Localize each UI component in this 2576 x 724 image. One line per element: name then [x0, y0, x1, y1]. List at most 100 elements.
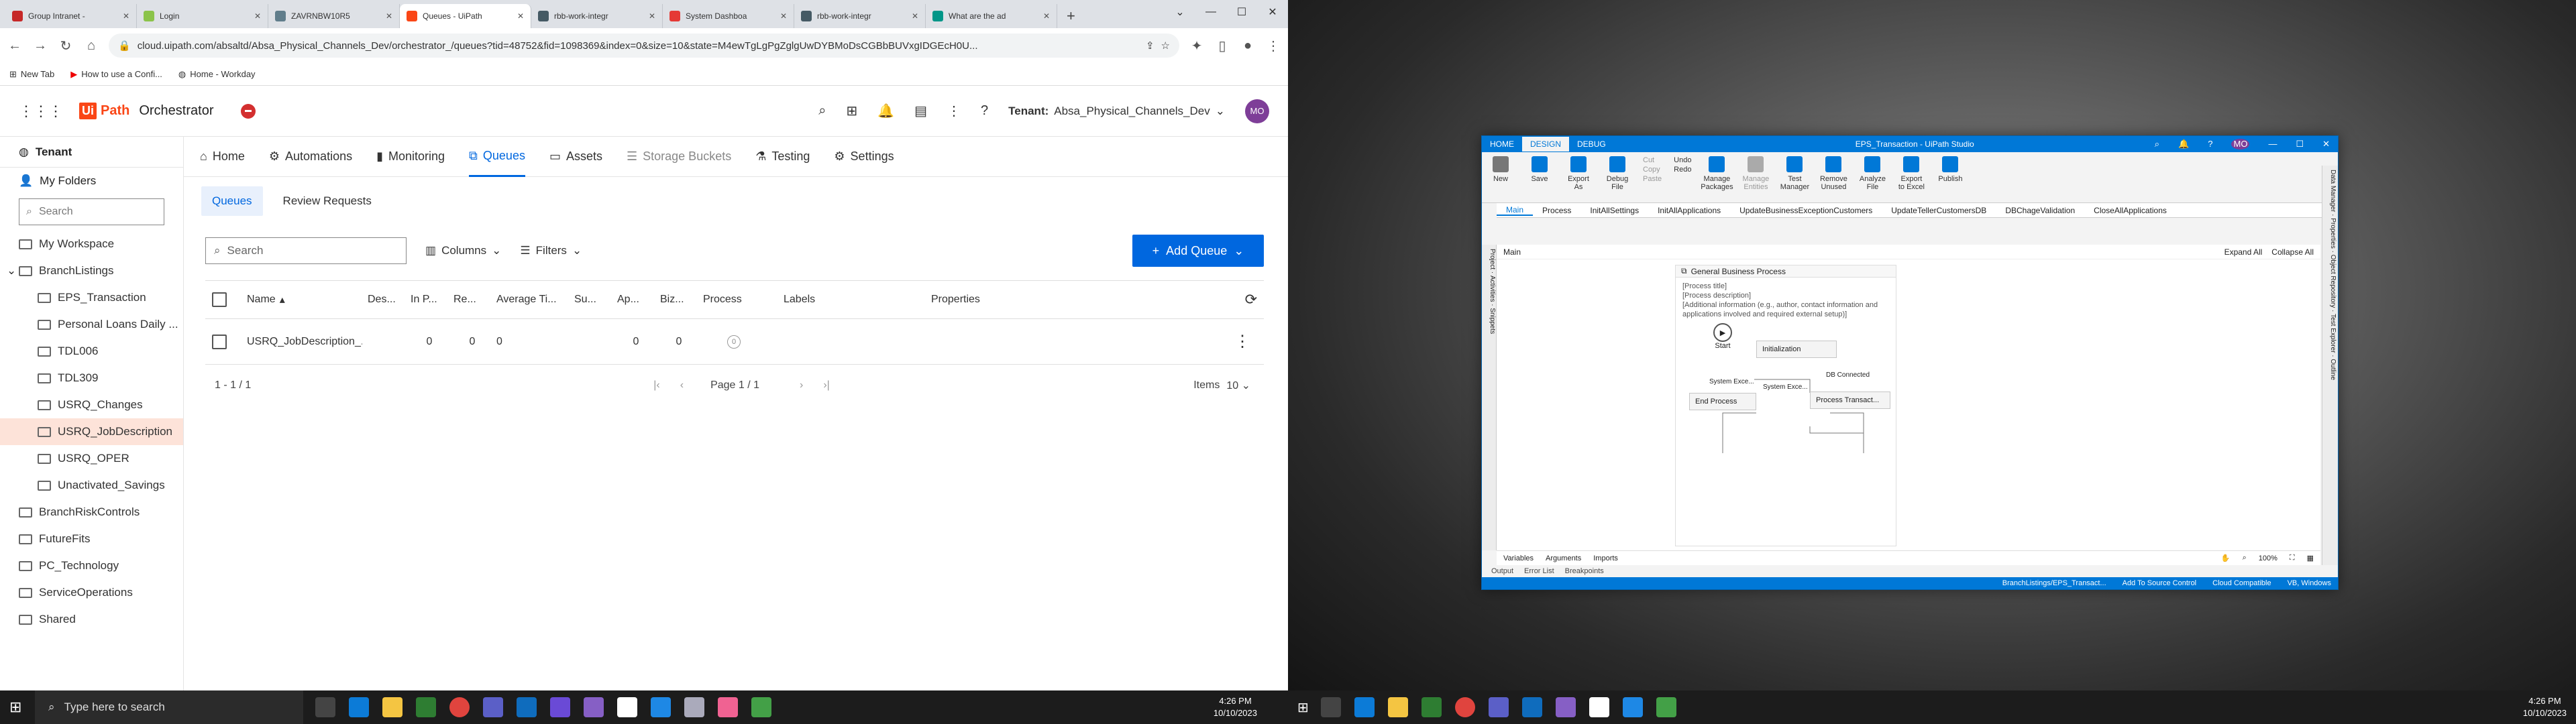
prev-page-icon[interactable]: ‹ — [680, 379, 684, 391]
notepad-icon[interactable] — [1589, 697, 1609, 717]
taskbar-search-input[interactable]: ⌕ Type here to search — [35, 690, 303, 724]
vs-purple-icon[interactable] — [584, 697, 604, 717]
file-explorer-icon[interactable] — [382, 697, 402, 717]
ribbon-small-button[interactable]: Copy — [1643, 166, 1662, 174]
my-folders-row[interactable]: 👤 My Folders — [0, 168, 183, 194]
add-icon[interactable]: ⊞ — [846, 103, 857, 119]
windows-start-icon[interactable]: ⊞ — [9, 699, 21, 716]
pan-icon[interactable]: ✋ — [2221, 554, 2231, 562]
col-successful[interactable]: Su... — [569, 294, 612, 306]
studio-avatar[interactable]: MO — [2231, 139, 2250, 149]
next-page-icon[interactable]: › — [800, 379, 803, 391]
reload-icon[interactable]: ↻ — [58, 38, 74, 54]
col-biz-exceptions[interactable]: Biz... — [655, 294, 698, 306]
file-tab[interactable]: CloseAllApplications — [2084, 206, 2176, 215]
ribbon-small-button[interactable]: Paste — [1643, 175, 1662, 183]
nav-assets[interactable]: ▭ Assets — [549, 137, 602, 177]
error-list-tab[interactable]: Error List — [1524, 567, 1554, 575]
search-icon[interactable]: ⌕ — [2155, 139, 2159, 149]
folder-item[interactable]: My Workspace — [0, 231, 183, 257]
tenant-row[interactable]: ◍ Tenant — [0, 137, 183, 168]
nav-queues[interactable]: ⧉ Queues — [469, 137, 525, 177]
extensions-icon[interactable]: ✦ — [1189, 38, 1205, 54]
ribbon-small-button[interactable]: Cut — [1643, 156, 1662, 164]
start-node[interactable]: ▶ Start — [1713, 323, 1732, 350]
ribbon-button[interactable]: Publish — [1937, 156, 1964, 183]
uipath-assistant-icon[interactable] — [1622, 697, 1643, 717]
browser-tab[interactable]: ZAVRNBW10R5 ✕ — [268, 4, 400, 28]
status-compatibility[interactable]: Cloud Compatible — [2212, 579, 2271, 587]
ribbon-button[interactable]: Save — [1526, 156, 1553, 183]
imports-tab[interactable]: Imports — [1593, 554, 1618, 562]
docs-icon[interactable]: ▤ — [914, 103, 927, 119]
folder-item[interactable]: FutureFits — [0, 526, 183, 552]
row-more-icon[interactable]: ⋮ — [1234, 332, 1250, 351]
excel-icon[interactable] — [1656, 697, 1676, 717]
tenant-selector[interactable]: Tenant: Absa_Physical_Channels_Dev ⌄ — [1008, 105, 1225, 118]
notifications-icon[interactable]: 🔔 — [2178, 139, 2189, 149]
col-labels[interactable]: Labels — [778, 294, 926, 306]
ribbon-small-button[interactable]: Undo — [1674, 156, 1691, 164]
columns-button[interactable]: ▥ Columns ⌄ — [425, 244, 501, 257]
browser-tab[interactable]: What are the ad ✕ — [926, 4, 1057, 28]
close-tab-icon[interactable]: ✕ — [1043, 11, 1050, 21]
file-tab[interactable]: InitAllSettings — [1580, 206, 1648, 215]
panel-snippets[interactable]: Snippets — [1489, 308, 1496, 334]
folder-item[interactable]: Unactivated_Savings — [0, 472, 183, 499]
col-remaining[interactable]: Re... — [448, 294, 491, 306]
col-description[interactable]: Des... — [362, 294, 405, 306]
bookmark-workday[interactable]: ◍ Home - Workday — [178, 69, 256, 80]
variables-tab[interactable]: Variables — [1503, 554, 1534, 562]
ribbon-button[interactable]: New — [1487, 156, 1514, 183]
apps-grid-icon[interactable]: ⋮⋮⋮ — [19, 103, 63, 120]
col-process[interactable]: Process — [698, 294, 765, 306]
browser-menu-icon[interactable]: ⋮ — [1265, 38, 1281, 54]
search-icon[interactable] — [1320, 697, 1341, 717]
panel-test-explorer[interactable]: Test Explorer — [2329, 314, 2337, 353]
col-name[interactable]: Name ▴ — [241, 293, 362, 306]
share-icon[interactable]: ⇪ — [1146, 40, 1155, 52]
ribbon-button[interactable]: Export to Excel — [1898, 156, 1925, 191]
browser-tab[interactable]: rbb-work-integr ✕ — [794, 4, 926, 28]
folder-search-input[interactable]: ⌕ Search — [19, 198, 164, 225]
queue-search-input[interactable]: ⌕ Search — [205, 237, 407, 264]
forward-icon[interactable]: → — [32, 38, 48, 54]
end-process-node[interactable]: End Process — [1689, 393, 1756, 410]
vs-icon[interactable] — [1555, 697, 1576, 717]
store-icon[interactable] — [1421, 697, 1442, 717]
folder-item[interactable]: TDL006 — [0, 338, 183, 365]
zoom-icon[interactable]: ⌕ — [2243, 554, 2247, 562]
tab-search-button[interactable]: ⌄ — [1165, 0, 1195, 24]
back-icon[interactable]: ← — [7, 38, 23, 54]
folder-item[interactable]: Personal Loans Daily ... — [0, 311, 183, 338]
breakpoints-tab[interactable]: Breakpoints — [1565, 567, 1604, 575]
ribbon-button[interactable]: Manage Packages — [1701, 156, 1733, 191]
maximize-button[interactable]: ☐ — [1226, 0, 1257, 24]
designer-canvas[interactable]: Main Expand All Collapse All ⧉ General B… — [1497, 245, 2320, 550]
panel-data-manager[interactable]: Data Manager — [2329, 170, 2337, 212]
more-icon[interactable]: ⋮ — [947, 103, 961, 119]
task-view-icon[interactable] — [315, 697, 335, 717]
chevron-down-icon[interactable]: ⌄ — [7, 264, 16, 278]
nav-monitoring[interactable]: ▮ Monitoring — [376, 137, 445, 177]
browser-tab[interactable]: System Dashboa ✕ — [663, 4, 794, 28]
folder-item[interactable]: USRQ_JobDescription — [0, 418, 183, 445]
excel-icon[interactable] — [751, 697, 771, 717]
select-all-checkbox[interactable] — [212, 292, 227, 307]
search-icon[interactable]: ⌕ — [818, 103, 826, 119]
uipath-assistant-icon[interactable] — [651, 697, 671, 717]
file-tab[interactable]: UpdateTellerCustomersDB — [1882, 206, 1996, 215]
col-in-progress[interactable]: In P... — [405, 294, 448, 306]
folder-item[interactable]: PC_Technology — [0, 552, 183, 579]
row-checkbox[interactable] — [212, 334, 227, 349]
fit-screen-icon[interactable]: ⛶ — [2290, 554, 2295, 562]
new-tab-button[interactable]: + — [1057, 4, 1085, 28]
profile-icon[interactable]: ● — [1240, 38, 1256, 54]
close-icon[interactable]: ✕ — [2322, 139, 2330, 149]
recording-icon[interactable] — [240, 103, 256, 119]
url-field[interactable]: 🔒 cloud.uipath.com/absaltd/Absa_Physical… — [109, 34, 1179, 58]
col-app-exceptions[interactable]: Ap... — [612, 294, 655, 306]
sidepanel-icon[interactable]: ▯ — [1214, 38, 1230, 54]
browser-tab[interactable]: Login ✕ — [137, 4, 268, 28]
folder-item[interactable]: TDL309 — [0, 365, 183, 391]
